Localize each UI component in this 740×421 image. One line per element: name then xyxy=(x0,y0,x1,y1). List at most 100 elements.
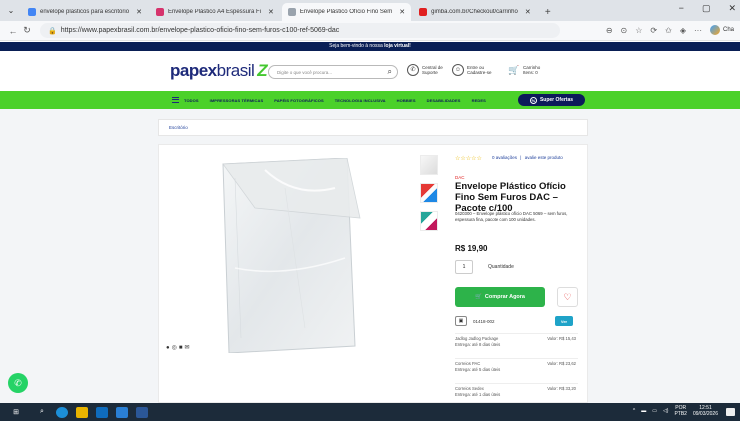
support-link[interactable]: ✆ Central de Suporte xyxy=(407,64,443,76)
thumbnail-list xyxy=(420,155,440,239)
share-icons: ● ◎ ■ ✉ xyxy=(166,344,190,352)
tab-list-chevron-icon[interactable]: ⌄ xyxy=(0,0,22,21)
reviews-count: 0 avaliações xyxy=(492,155,518,160)
gimba-favicon-icon xyxy=(419,8,428,16)
nav-item-impressoras[interactable]: IMPRESSORAS TÉRMICAS xyxy=(210,98,264,103)
quantity-input[interactable]: 1 xyxy=(455,260,473,274)
browser-toolbar-icons: ⊖ ⊙ ☆ ⟳ ✩ ◈ ··· Cha xyxy=(606,25,734,35)
breadcrumb-item[interactable]: Escritório xyxy=(169,125,188,130)
product-description: 0420300 – Envelope plástico ofício DAC 5… xyxy=(455,211,568,222)
email-share-icon[interactable]: ✉ xyxy=(185,344,190,351)
super-offers-label: Super Ofertas xyxy=(539,97,574,103)
rate-product-link[interactable]: avalie este produto xyxy=(525,155,563,160)
copilot-button[interactable]: Cha xyxy=(709,25,734,35)
thumbnail-package[interactable] xyxy=(420,183,438,203)
window-controls: − ▢ ✕ xyxy=(679,3,736,14)
word-icon[interactable] xyxy=(136,406,148,418)
favorite-star-icon[interactable]: ☆ xyxy=(635,26,642,35)
more-menu-icon[interactable]: ··· xyxy=(694,26,702,35)
tab-1[interactable]: Envelope Plástico A4 Espessura Fi ✕ xyxy=(150,3,280,21)
display-icon[interactable]: ▭ xyxy=(652,408,657,414)
close-tab-icon[interactable]: ✕ xyxy=(136,8,142,16)
reload-icon[interactable]: ↻ xyxy=(20,25,34,36)
user-icon: ☺ xyxy=(452,64,464,76)
close-tab-icon[interactable]: ✕ xyxy=(399,8,405,16)
nav-item-tecnologia[interactable]: TECNOLOGIA INCLUSIVA xyxy=(335,98,386,103)
close-tab-icon[interactable]: ✕ xyxy=(525,8,531,16)
welcome-notice: Seja bem-vindo à nossa loja virtual! xyxy=(0,42,740,51)
nav-item-todos[interactable]: TODOS xyxy=(184,98,199,103)
buy-now-label: Comprar Agora xyxy=(484,294,525,300)
maximize-button[interactable]: ▢ xyxy=(702,3,711,14)
volume-icon[interactable]: ◁) xyxy=(663,408,669,414)
shipping-value: Valor: R$ 33,20 xyxy=(547,386,576,391)
nav-item-redes[interactable]: REDES xyxy=(472,98,486,103)
clock[interactable]: 12:51 09/03/2026 xyxy=(693,405,718,417)
thumbnail-envelope[interactable] xyxy=(420,155,438,175)
super-offers-button[interactable]: % Super Ofertas xyxy=(518,94,585,106)
search-taskbar-icon[interactable]: ⌕ xyxy=(36,407,48,418)
favorites-icon[interactable]: ✩ xyxy=(665,26,672,35)
extensions-icon[interactable]: ◈ xyxy=(680,26,686,35)
thumbnail-box[interactable] xyxy=(420,211,438,231)
offer-tag-icon: % xyxy=(529,96,537,104)
product-main-image[interactable] xyxy=(215,158,363,353)
breadcrumb: Escritório xyxy=(158,119,588,136)
tab-2-active[interactable]: Envelope Plástico Ofício Fino Sem ✕ xyxy=(281,3,412,21)
cart-link[interactable]: 🛒 Carrinho Itens: 0 xyxy=(508,64,540,76)
nav-item-papeis[interactable]: PAPÉIS FOTOGRÁFICOS xyxy=(274,98,324,103)
close-tab-icon[interactable]: ✕ xyxy=(268,8,274,16)
cep-field[interactable]: 01418-002 xyxy=(473,319,495,324)
system-tray: ^ ▬ ▭ ◁) POR PTB2 12:51 09/03/2026 xyxy=(633,405,718,417)
shipping-option[interactable]: Correios Sedex Entrega: até 1 dias úteis… xyxy=(455,383,578,401)
facebook-share-icon[interactable]: ■ xyxy=(179,345,183,351)
refresh-page-icon[interactable]: ⟳ xyxy=(650,26,657,35)
tab-title: Envelope Plástico A4 Espessura Fi xyxy=(167,9,261,15)
url-field[interactable]: 🔒 https://www.papexbrasil.com.br/envelop… xyxy=(40,23,560,38)
rating-stars: ☆☆☆☆☆ xyxy=(455,156,482,162)
new-tab-button[interactable]: + xyxy=(539,3,557,21)
google-icon xyxy=(28,8,36,16)
address-toolbar: ← ↻ 🔒 https://www.papexbrasil.com.br/env… xyxy=(0,21,740,41)
shipping-option[interactable]: Jadlog Jadlog Package Entrega: até 8 dia… xyxy=(455,333,578,353)
windows-start-icon[interactable]: ⊞ xyxy=(10,407,22,418)
tab-title: Envelope Plástico Ofício Fino Sem xyxy=(299,9,393,15)
url-text: https://www.papexbrasil.com.br/envelope-… xyxy=(60,27,340,34)
nav-item-hobbies[interactable]: HOBBIES xyxy=(397,98,416,103)
shipping-option[interactable]: Correios PAC Entrega: até 5 dias úteis V… xyxy=(455,358,578,378)
minimize-button[interactable]: − xyxy=(679,3,684,14)
phone-icon: ✆ xyxy=(407,64,419,76)
edge-icon[interactable] xyxy=(56,406,68,418)
whatsapp-float-button[interactable]: ✆ xyxy=(8,373,28,393)
nav-item-desabilidades[interactable]: DESABILIDADES xyxy=(427,98,461,103)
close-window-button[interactable]: ✕ xyxy=(728,3,736,14)
tab-3[interactable]: gimba.com.br/Checkout/carrinho ✕ xyxy=(413,3,537,21)
file-explorer-icon[interactable] xyxy=(76,406,88,418)
lang-indicator[interactable]: POR PTB2 xyxy=(674,405,687,417)
calculate-shipping-button[interactable]: Ver xyxy=(555,316,573,326)
account-link[interactable]: ☺ Entre ou Cadastre-se xyxy=(452,64,492,76)
whatsapp-share-icon[interactable]: ● xyxy=(166,345,170,351)
windows-taskbar: ⊞ ⌕ ^ ▬ ▭ ◁) POR PTB2 12:51 09/03/2026 xyxy=(0,403,740,421)
buy-now-button[interactable]: 🛒 Comprar Agora xyxy=(455,287,545,307)
tray-chevron-icon[interactable]: ^ xyxy=(633,408,635,414)
cart-icon: 🛒 xyxy=(475,294,482,300)
network-icon[interactable]: ▬ xyxy=(641,408,646,414)
pinterest-share-icon[interactable]: ◎ xyxy=(172,344,177,351)
shipping-value: Valor: R$ 15,43 xyxy=(547,336,576,341)
search-input[interactable]: Digite o que você procura... ⌕ xyxy=(268,65,398,79)
zoom-icon[interactable]: ⊖ xyxy=(606,26,613,35)
search-icon[interactable]: ⌕ xyxy=(388,67,392,77)
whatsapp-icon: ✆ xyxy=(14,377,22,388)
tab-0[interactable]: envelope plasticos para escritorio ✕ xyxy=(22,3,148,21)
back-arrow-icon[interactable]: ← xyxy=(6,26,20,36)
read-aloud-icon[interactable]: ⊙ xyxy=(621,26,628,35)
notification-icon[interactable] xyxy=(726,408,735,416)
app-icon[interactable] xyxy=(116,406,128,418)
papexbrasil-logo[interactable]: papexbrasil Z xyxy=(170,61,268,81)
browser-tab-strip: ⌄ envelope plasticos para escritorio ✕ E… xyxy=(0,0,740,21)
menu-hamburger-icon[interactable] xyxy=(172,97,179,103)
outlook-icon[interactable] xyxy=(96,406,108,418)
wishlist-heart-button[interactable]: ♡ xyxy=(557,287,578,307)
product-brand[interactable]: DAC xyxy=(455,175,465,180)
